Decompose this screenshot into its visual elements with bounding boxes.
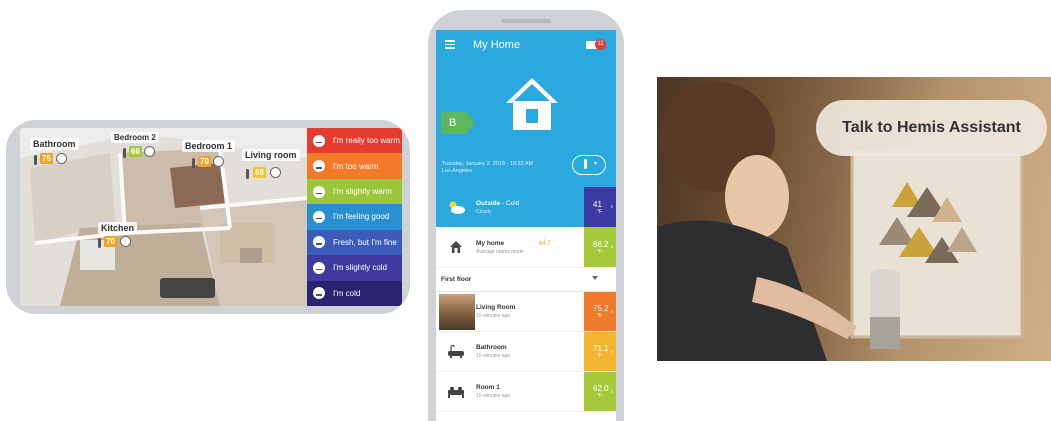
partly-cloudy-icon: [436, 199, 476, 215]
thermometer-icon: [123, 148, 126, 158]
room-label-bedroom-2: Bedroom 2: [111, 132, 159, 143]
comfort-option-label: Fresh, but I'm fine: [333, 237, 397, 247]
comfort-face-icon[interactable]: [144, 146, 155, 157]
thermometer-icon: [34, 155, 37, 165]
temp-unit: °F: [597, 208, 603, 215]
face-slightly-cold-icon: [313, 261, 325, 274]
comfort-option-label: I'm too warm: [333, 161, 379, 171]
comfort-option-fresh-but-fine[interactable]: Fresh, but I'm fine: [307, 229, 402, 256]
landscape-screen: Bathroom 75 Bedroom 2 66 Bedroom 1 70 Li…: [20, 128, 402, 306]
floor-selector[interactable]: First floor: [436, 268, 616, 292]
voice-assistant-photo: Talk to Hemis Assistant: [657, 77, 1051, 361]
comfort-option-feeling-good[interactable]: I'm feeling good: [307, 204, 402, 230]
face-fresh-icon: [313, 236, 325, 249]
date-time: Tuesday, January 2, 2018 - 10:33 AM: [442, 161, 534, 167]
landscape-phone-mockup: Bathroom 75 Bedroom 2 66 Bedroom 1 70 Li…: [6, 120, 410, 314]
room-temp-bedroom-1: 70: [198, 156, 211, 167]
room-row-living-room[interactable]: Living Room 10 minutes ago 75.2 °F ›: [436, 292, 616, 332]
room-temp-box: 71.1 °F ›: [584, 332, 616, 371]
room-temp-bathroom: 75: [40, 153, 53, 164]
phone-speaker: [501, 19, 551, 23]
comfort-face-icon[interactable]: [213, 156, 224, 167]
app-title: My Home: [473, 39, 521, 51]
energy-class-badge: B: [441, 112, 475, 134]
chevron-right-icon: ›: [610, 308, 613, 315]
my-home-temp-box: 66.2 °F ›: [584, 227, 616, 267]
caret-down-icon: [592, 276, 598, 280]
bed-icon: [436, 386, 476, 398]
face-warm-icon: [313, 160, 325, 173]
temp-unit: °F: [597, 353, 603, 359]
face-slightly-warm-icon: [313, 185, 325, 198]
chevron-right-icon: ›: [610, 243, 613, 251]
outside-temp-box: 41 °F ›: [584, 187, 616, 227]
comfort-option-label: I'm feeling good: [333, 212, 390, 222]
room-row-bathroom[interactable]: Bathroom 10 minutes ago 71.1 °F ›: [436, 332, 616, 372]
outside-weather-row[interactable]: Outside - Cold Cloudy 41 °F ›: [436, 187, 616, 227]
comfort-option-label: I'm slightly cold: [333, 263, 387, 273]
home-icon: [436, 240, 476, 254]
floor-label: First floor: [441, 276, 472, 283]
room-label-kitchen: Kitchen: [98, 222, 138, 234]
chevron-down-icon: ▾: [594, 161, 598, 167]
face-good-icon: [313, 210, 325, 223]
thermostat-button[interactable]: ▾: [572, 155, 606, 175]
temp-unit: °F: [597, 248, 603, 255]
portrait-screen: My Home 11 B Tuesday, January 2, 2018 - …: [436, 30, 616, 421]
comfort-option-label: I'm slightly warm: [333, 187, 392, 197]
comfort-option-label: I'm cold: [333, 288, 361, 298]
room-label-bathroom: Bathroom: [30, 138, 79, 150]
room-temp-bedroom-2: 66: [129, 146, 142, 157]
living-room-photo: [439, 293, 475, 330]
comfort-option-slightly-cold[interactable]: I'm slightly cold: [307, 255, 402, 281]
room-temp-living-room: 68: [253, 167, 266, 178]
thermometer-icon: [98, 238, 101, 248]
comfort-option-slightly-warm[interactable]: I'm slightly warm: [307, 178, 402, 205]
face-hot-icon: [313, 134, 325, 147]
room-temp-box: 62.0 °F ›: [584, 372, 616, 411]
chevron-right-icon: ›: [610, 203, 613, 211]
temp-unit: °F: [597, 393, 603, 399]
comfort-option-really-too-warm[interactable]: I'm really too warm: [307, 128, 402, 154]
home-icon: [506, 78, 558, 130]
thermometer-icon: [584, 159, 587, 169]
target-delta: ↓ 64.7: [539, 235, 551, 247]
thermometer-icon: [192, 158, 195, 168]
chevron-right-icon: ›: [610, 388, 613, 395]
my-home-row[interactable]: My home Average rooms mode ↓ 64.7 66.2 °…: [436, 227, 616, 268]
outside-condition: - Cold: [500, 199, 520, 207]
portrait-phone-mockup: My Home 11 B Tuesday, January 2, 2018 - …: [428, 10, 624, 421]
target-temp: 64.7: [539, 241, 551, 247]
assistant-speech-bubble: Talk to Hemis Assistant: [816, 100, 1047, 156]
location: Los Angeles: [442, 168, 472, 174]
comfort-option-too-warm[interactable]: I'm too warm: [307, 153, 402, 179]
temp-unit: °F: [597, 313, 603, 319]
face-cold-icon: [313, 287, 325, 300]
app-header: My Home 11 B Tuesday, January 2, 2018 - …: [436, 30, 616, 187]
outside-label: Outside: [476, 199, 501, 207]
room-photo-container: [436, 293, 476, 330]
comfort-scale-list: I'm really too warm I'm too warm I'm sli…: [307, 128, 402, 306]
room-row-room-1[interactable]: Room 1 10 minutes ago 62.0 °F ›: [436, 372, 616, 412]
bathtub-icon: [436, 344, 476, 359]
room-label-living-room: Living room: [242, 149, 300, 161]
comfort-option-label: I'm really too warm: [333, 136, 400, 146]
comfort-face-icon[interactable]: [120, 236, 131, 247]
chevron-right-icon: ›: [610, 348, 613, 355]
menu-icon[interactable]: [445, 40, 455, 49]
room-temp-kitchen: 70: [104, 236, 117, 247]
comfort-face-icon[interactable]: [270, 167, 281, 178]
room-temp-box: 75.2 °F ›: [584, 292, 616, 331]
room-label-bedroom-1: Bedroom 1: [182, 140, 236, 152]
comfort-face-icon[interactable]: [56, 153, 67, 164]
notification-badge: 11: [595, 39, 606, 50]
thermometer-icon: [246, 169, 249, 179]
comfort-option-cold[interactable]: I'm cold: [307, 280, 402, 306]
